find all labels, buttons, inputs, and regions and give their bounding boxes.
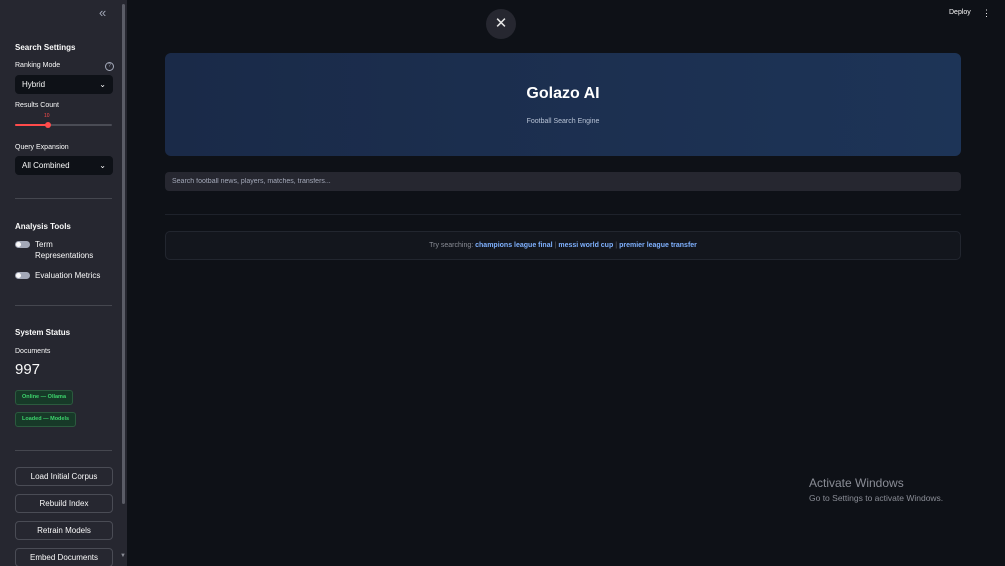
suggestion-link[interactable]: messi world cup bbox=[558, 242, 613, 249]
ranking-mode-value: Hybrid bbox=[22, 80, 46, 89]
divider bbox=[15, 305, 112, 306]
more-vertical-icon[interactable]: ⋮ bbox=[982, 8, 991, 19]
search-input[interactable] bbox=[165, 172, 961, 191]
close-button[interactable]: ✕ bbox=[486, 9, 516, 39]
analysis-tools-heading: Analysis Tools bbox=[15, 222, 71, 231]
sidebar: « Search Settings Ranking Mode ? Hybrid … bbox=[0, 0, 127, 566]
app-title: Golazo AI bbox=[526, 85, 600, 102]
search-settings-heading: Search Settings bbox=[15, 43, 76, 52]
system-status-heading: System Status bbox=[15, 328, 71, 337]
ranking-mode-select[interactable]: Hybrid ⌄ bbox=[15, 75, 113, 94]
chevron-down-icon: ⌄ bbox=[99, 161, 106, 170]
rebuild-index-button[interactable]: Rebuild Index bbox=[15, 494, 113, 513]
app-subtitle: Football Search Engine bbox=[526, 118, 600, 125]
term-representations-toggle[interactable] bbox=[15, 241, 30, 248]
activate-windows-title: Activate Windows bbox=[809, 476, 904, 490]
suggestions-prefix: Try searching: bbox=[429, 242, 474, 249]
load-initial-corpus-button[interactable]: Load Initial Corpus bbox=[15, 467, 113, 486]
slider-thumb[interactable] bbox=[45, 122, 51, 128]
retrain-models-button[interactable]: Retrain Models bbox=[15, 521, 113, 540]
query-expansion-label: Query Expansion bbox=[15, 144, 69, 151]
divider bbox=[15, 198, 112, 199]
search-suggestions: Try searching: champions league final | me… bbox=[165, 231, 961, 260]
slider-fill bbox=[15, 124, 47, 126]
query-expansion-select[interactable]: All Combined ⌄ bbox=[15, 156, 113, 175]
ranking-mode-label: Ranking Mode bbox=[15, 62, 61, 69]
sidebar-scrollbar-thumb[interactable] bbox=[122, 4, 125, 504]
status-badge-models: Loaded — Models bbox=[15, 412, 77, 427]
double-chevron-left-icon[interactable]: « bbox=[99, 6, 106, 20]
help-icon[interactable]: ? bbox=[105, 62, 114, 71]
documents-label: Documents bbox=[15, 348, 51, 355]
results-count-label: Results Count bbox=[15, 102, 59, 109]
results-count-slider[interactable] bbox=[15, 122, 112, 128]
scroll-down-arrow-icon[interactable]: ▼ bbox=[120, 553, 126, 559]
evaluation-metrics-toggle[interactable] bbox=[15, 272, 30, 279]
status-badge-ollama: Online — Ollama bbox=[15, 390, 74, 405]
query-expansion-value: All Combined bbox=[22, 161, 70, 170]
suggestion-link[interactable]: premier league transfer bbox=[619, 242, 697, 249]
documents-count: 997 bbox=[15, 361, 41, 378]
embed-documents-button[interactable]: Embed Documents bbox=[15, 548, 113, 566]
term-representations-label: Term Representations bbox=[35, 240, 94, 260]
suggestion-link[interactable]: champions league final bbox=[475, 242, 552, 249]
chevron-down-icon: ⌄ bbox=[99, 80, 106, 89]
evaluation-metrics-label: Evaluation Metrics bbox=[35, 271, 101, 280]
deploy-button[interactable]: Deploy bbox=[949, 9, 971, 16]
divider bbox=[15, 450, 112, 451]
results-count-value: 10 bbox=[44, 113, 50, 119]
activate-windows-subtitle: Go to Settings to activate Windows. bbox=[809, 493, 944, 503]
divider bbox=[165, 214, 961, 215]
hero-banner: Golazo AI Football Search Engine bbox=[165, 53, 961, 156]
